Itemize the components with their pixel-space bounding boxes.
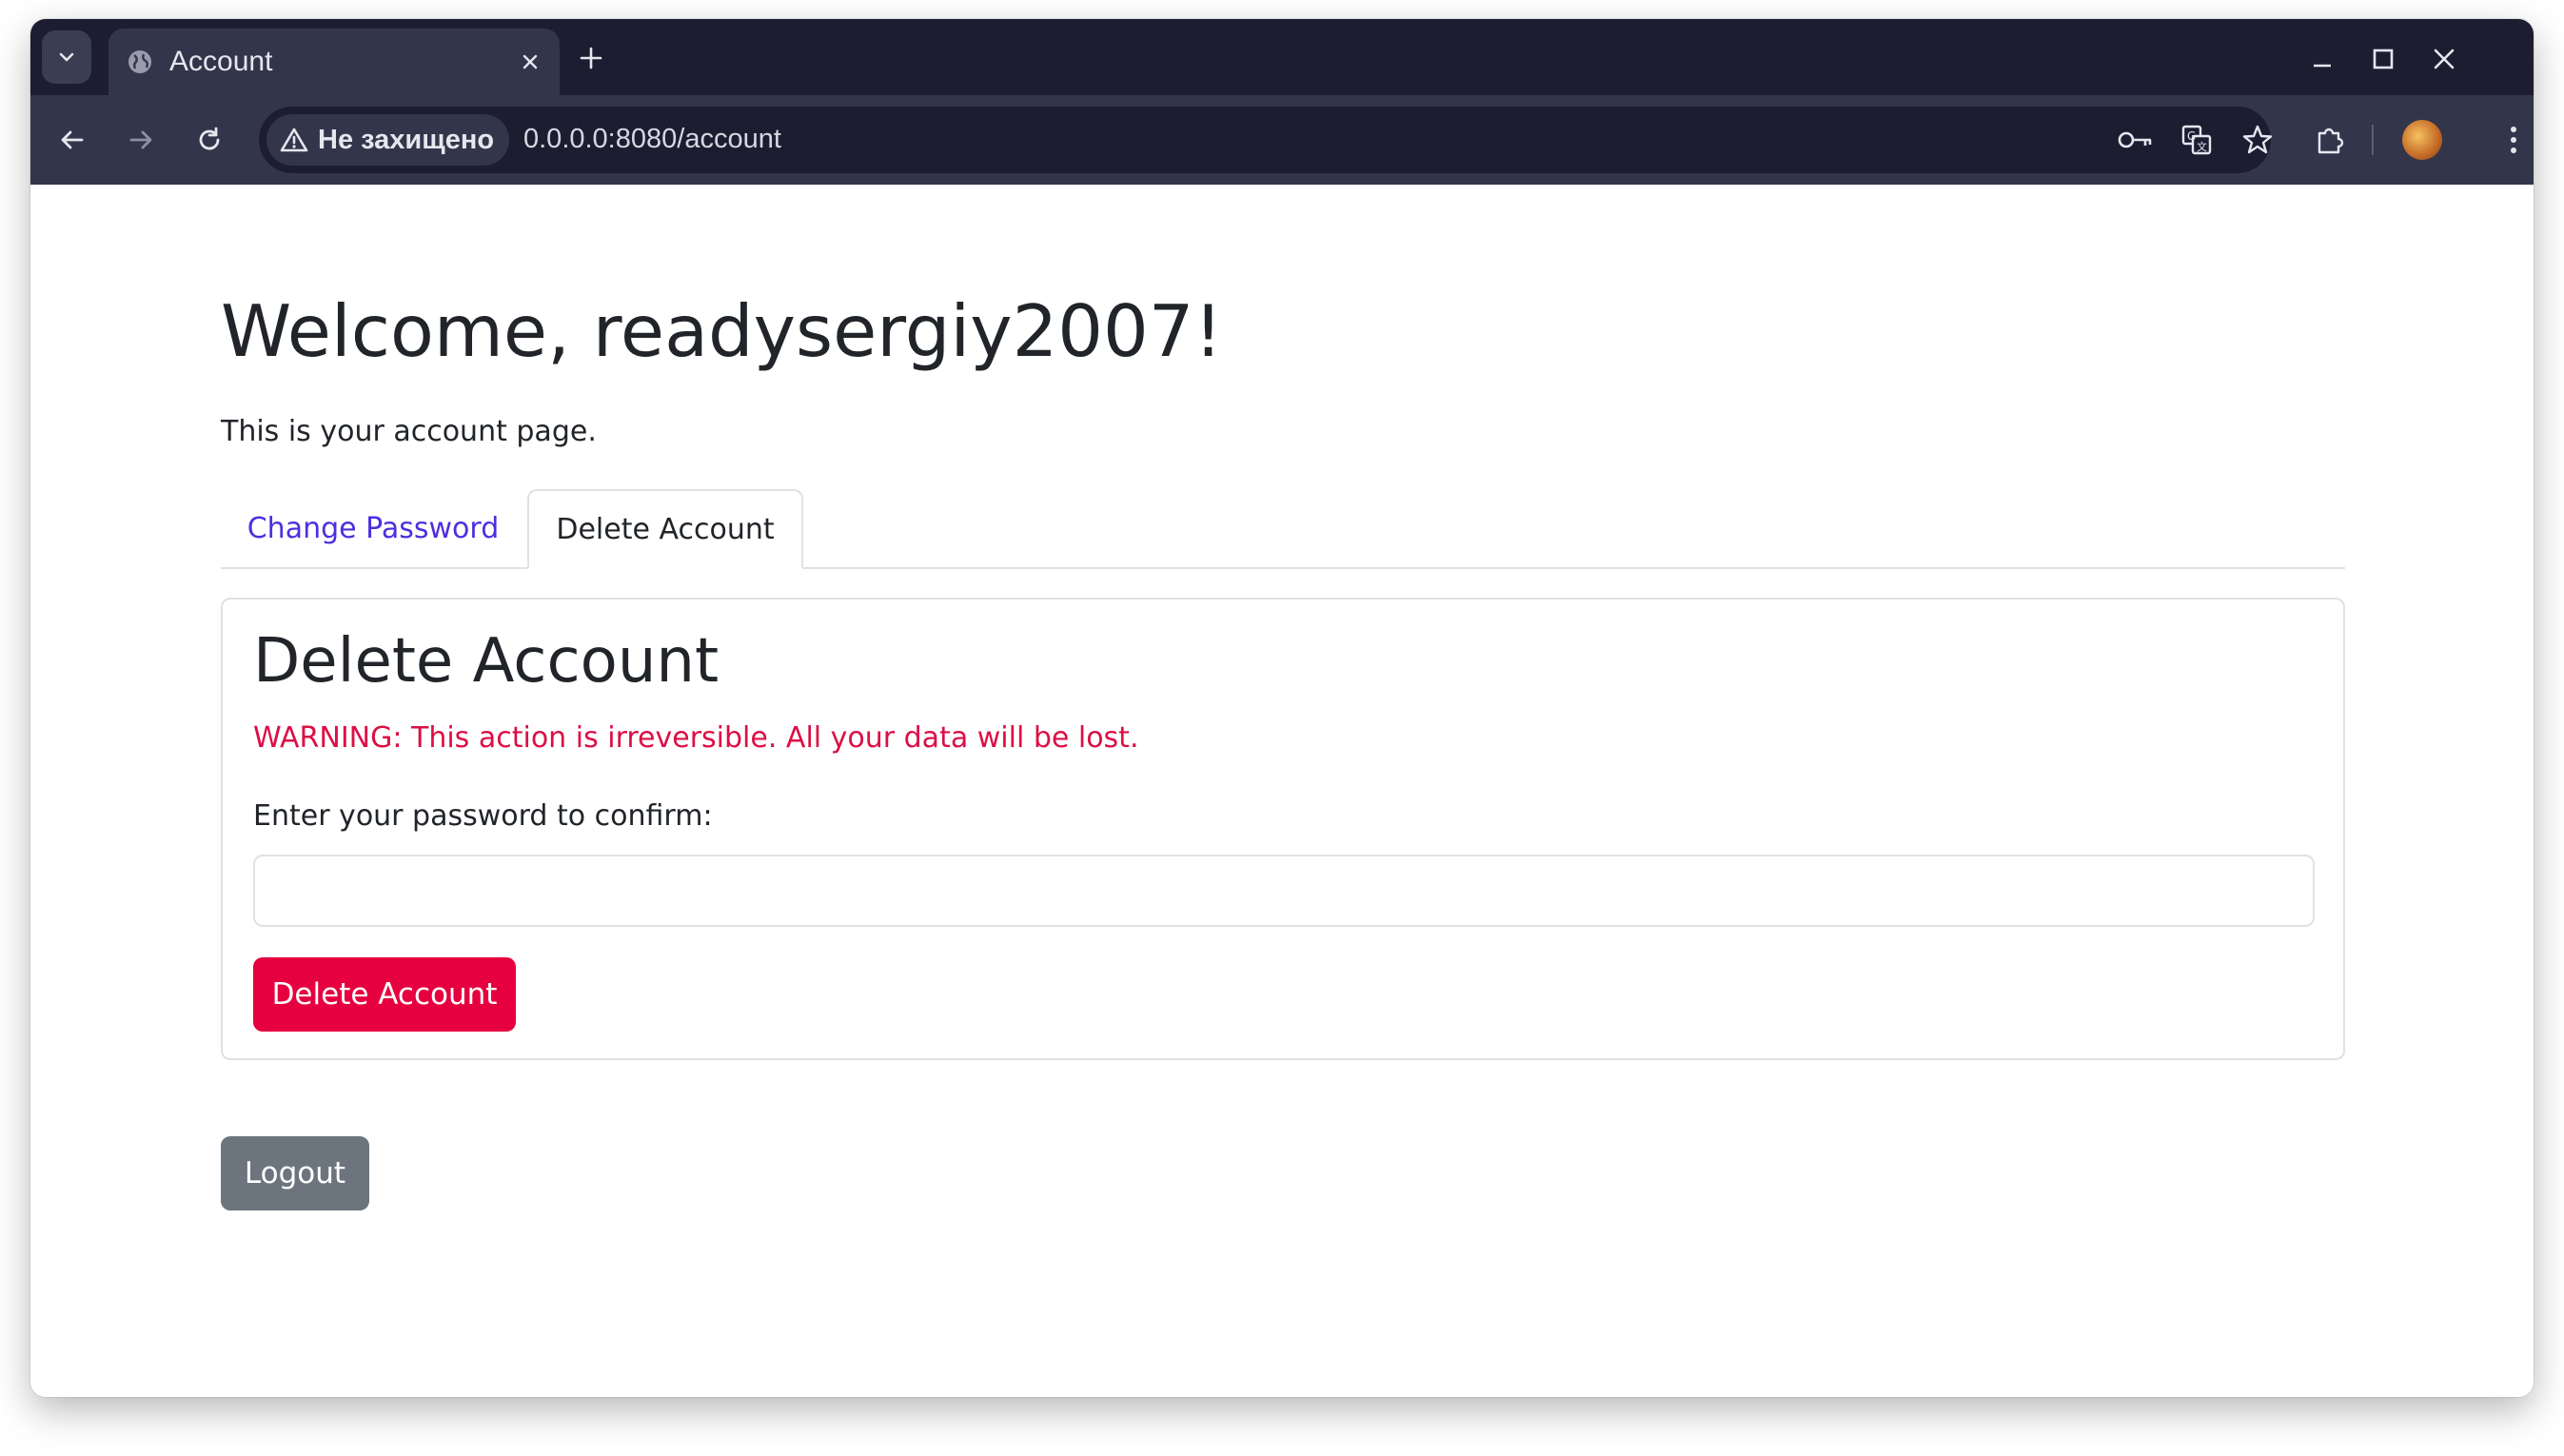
translate-button[interactable]: G 文 <box>2176 119 2218 161</box>
arrow-right-icon <box>129 130 152 149</box>
star-icon <box>2242 125 2273 154</box>
chevron-down-icon <box>59 52 74 62</box>
close-icon <box>2434 49 2455 69</box>
key-icon <box>2118 131 2152 148</box>
tab-strip: Account <box>30 19 2534 95</box>
profile-avatar[interactable] <box>2402 120 2442 160</box>
close-tab-icon[interactable] <box>514 46 546 78</box>
account-tabs: Change Password Delete Account <box>221 489 2345 569</box>
minimize-button[interactable] <box>2303 40 2341 78</box>
back-button[interactable] <box>49 117 95 163</box>
logout-button[interactable]: Logout <box>221 1136 369 1210</box>
forward-button[interactable] <box>118 117 164 163</box>
extensions-button[interactable] <box>2307 117 2353 163</box>
svg-text:文: 文 <box>2197 140 2207 153</box>
tab-change-password[interactable]: Change Password <box>221 489 525 567</box>
new-tab-button[interactable] <box>569 36 613 80</box>
password-input[interactable] <box>253 855 2315 927</box>
password-label: Enter your password to confirm: <box>253 799 713 833</box>
globe-icon <box>126 48 154 76</box>
svg-text:G: G <box>2187 129 2196 143</box>
warning-icon <box>280 128 308 152</box>
browser-toolbar: Не захищено 0.0.0.0:8080/account G 文 <box>30 95 2534 185</box>
close-window-button[interactable] <box>2425 40 2463 78</box>
tab-search-button[interactable] <box>42 30 91 84</box>
password-key-button[interactable] <box>2115 119 2157 161</box>
puzzle-icon <box>2317 128 2344 154</box>
warning-text: WARNING: This action is irreversible. Al… <box>253 721 1139 755</box>
kebab-menu-icon <box>2511 127 2516 153</box>
reload-button[interactable] <box>187 117 232 163</box>
security-label: Не захищено <box>318 124 495 155</box>
page-title: Welcome, readysergiy2007! <box>221 289 1223 373</box>
toolbar-divider <box>2372 125 2374 155</box>
reload-icon <box>199 127 220 150</box>
address-bar[interactable]: Не захищено 0.0.0.0:8080/account G 文 <box>259 107 2273 173</box>
bookmark-button[interactable] <box>2237 119 2278 161</box>
arrow-left-icon <box>61 130 84 149</box>
tab-delete-account[interactable]: Delete Account <box>527 489 803 569</box>
translate-icon: G 文 <box>2181 125 2212 155</box>
browser-window: Account Не захищено 0.0.0.0:8080/account… <box>30 19 2534 1397</box>
maximize-button[interactable] <box>2364 40 2402 78</box>
intro-text: This is your account page. <box>221 415 597 448</box>
page-content: Welcome, readysergiy2007! This is your a… <box>30 185 2534 1397</box>
minimize-icon <box>2314 64 2331 68</box>
tab-title: Account <box>169 46 273 77</box>
browser-tab-account[interactable]: Account <box>108 29 560 95</box>
security-chip[interactable]: Не захищено <box>266 114 510 166</box>
browser-menu-button[interactable] <box>2499 117 2528 163</box>
delete-account-button[interactable]: Delete Account <box>253 957 516 1032</box>
url-text[interactable]: 0.0.0.0:8080/account <box>523 124 781 155</box>
delete-account-card: Delete Account WARNING: This action is i… <box>221 598 2345 1060</box>
maximize-icon <box>2373 49 2394 69</box>
plus-icon <box>580 47 602 69</box>
card-title: Delete Account <box>253 626 720 697</box>
